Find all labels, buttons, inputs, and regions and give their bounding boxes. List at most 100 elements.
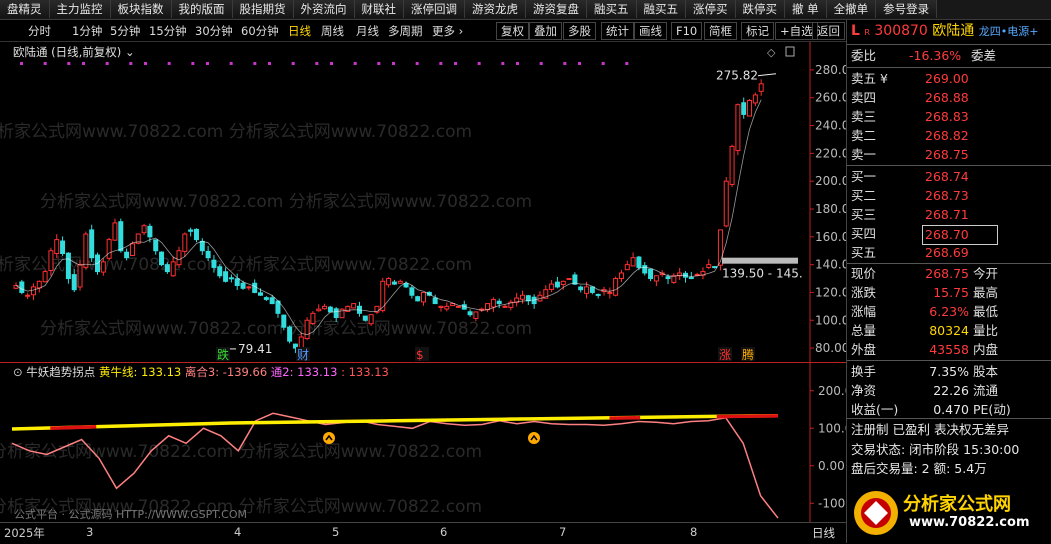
candle xyxy=(119,219,123,253)
r-badge: R xyxy=(864,28,870,37)
diamond-icon[interactable]: ◇ xyxy=(767,46,776,59)
signal-dot xyxy=(82,62,85,65)
stat2-row: 换手 7.35% 股本 xyxy=(851,363,876,381)
x-tick-label: 5 xyxy=(332,525,339,539)
toolbar-button[interactable]: 主力监控 xyxy=(50,0,111,18)
period-indicator[interactable]: 日线 xyxy=(812,525,835,541)
bid-label: 买五 xyxy=(851,245,876,260)
draw-line-button[interactable]: 画线 xyxy=(634,22,667,40)
ask-price: 269.00 xyxy=(925,70,969,88)
y-tick-label: 140.00 xyxy=(815,258,846,272)
x-tick-label: 8 xyxy=(690,525,697,539)
tong-value-2: 133.13 xyxy=(349,365,389,379)
period-tab-multi[interactable]: 多周期 xyxy=(388,23,423,39)
period-tab-60min[interactable]: 60分钟 xyxy=(241,23,279,39)
candle xyxy=(730,145,734,187)
period-tab-30min[interactable]: 30分钟 xyxy=(195,23,233,39)
toolbar-button[interactable]: 融买五 xyxy=(637,0,687,18)
toolbar-button[interactable]: 盘精灵 xyxy=(0,0,50,18)
toolbar-button[interactable]: 我的版面 xyxy=(172,0,233,18)
candle xyxy=(456,306,460,308)
ask-price: 268.75 xyxy=(925,146,969,164)
stat-row: 总量 80324 量比 xyxy=(851,322,876,340)
buy-signal-icon[interactable] xyxy=(323,432,335,444)
stat-value: 15.75 xyxy=(851,284,969,302)
top-toolbar: 盘精灵主力监控板块指数我的版面股指期货外资流向财联社涨停回调游资龙虎游资复盘融买… xyxy=(0,0,1051,20)
ask-row[interactable]: 卖四 268.88 xyxy=(851,89,876,107)
bid-row[interactable]: 买二 268.73 xyxy=(851,187,876,205)
period-tab-daily[interactable]: 日线 xyxy=(288,23,311,39)
toolbar-button[interactable]: 参号登录 xyxy=(876,0,937,18)
ask-row[interactable]: 卖一 268.75 xyxy=(851,146,876,164)
signal-dot xyxy=(578,62,581,65)
stat-value: 6.23% xyxy=(851,303,969,321)
stock-tags[interactable]: 龙四•电源+ xyxy=(979,25,1039,38)
back-button[interactable]: 返回 xyxy=(812,22,845,40)
indicator-chart[interactable]: 分析家公式网www.70822.com 分析家公式网www.70822.com分… xyxy=(0,362,846,522)
signal-dot xyxy=(439,62,442,65)
stat-label-2: 最高 xyxy=(973,284,998,302)
stat-row: 涨跌 15.75 最高 xyxy=(851,284,876,302)
toolbar-button[interactable]: 游资复盘 xyxy=(526,0,587,18)
bid-label: 买一 xyxy=(851,169,876,184)
stats-button[interactable]: 统计 xyxy=(601,22,634,40)
y-tick-label: 200.00 xyxy=(818,384,846,398)
simple-frame-button[interactable]: 简框 xyxy=(704,22,737,40)
candle xyxy=(305,317,309,340)
bid-row[interactable]: 买五 268.69 xyxy=(851,244,876,262)
candle xyxy=(160,251,164,266)
candle xyxy=(346,305,350,312)
period-tab-monthly[interactable]: 月线 xyxy=(356,23,379,39)
signal-dot xyxy=(330,62,333,65)
fuquan-button[interactable]: 复权 xyxy=(496,22,529,40)
toolbar-button[interactable]: 跌停买 xyxy=(736,0,786,18)
candle xyxy=(363,316,367,322)
event-marker-text: $ xyxy=(416,348,424,362)
period-tab-fenshi[interactable]: 分时 xyxy=(28,23,51,39)
candle xyxy=(218,264,222,278)
ask-label: 卖四 xyxy=(851,90,876,105)
toolbar-button[interactable]: 涨停买 xyxy=(686,0,736,18)
bid-row[interactable]: 买四 268.70 xyxy=(851,225,876,243)
ask-row[interactable]: 卖二 268.82 xyxy=(851,127,876,145)
chart-title[interactable]: 欧陆通 (日线,前复权) ⌄ xyxy=(13,44,135,60)
candle xyxy=(416,296,420,302)
indicator-collapse-icon[interactable]: ⊙ xyxy=(13,365,23,379)
ask-row[interactable]: 卖五 ¥ 269.00 xyxy=(851,70,888,88)
signal-dot xyxy=(292,62,295,65)
toolbar-button[interactable]: 板块指数 xyxy=(111,0,172,18)
mark-button[interactable]: 标记 xyxy=(741,22,774,40)
period-tab-1min[interactable]: 1分钟 xyxy=(72,23,102,39)
toolbar-button[interactable]: 撤 单 xyxy=(785,0,827,18)
buy-signal-icon[interactable] xyxy=(528,432,540,444)
toolbar-button[interactable]: 涨停回调 xyxy=(404,0,465,18)
red-segment xyxy=(717,416,778,417)
bid-label: 买四 xyxy=(851,226,876,241)
period-tab-more[interactable]: 更多 › xyxy=(432,23,463,39)
period-tab-weekly[interactable]: 周线 xyxy=(321,23,344,39)
stat2-value: 22.26 xyxy=(851,382,969,400)
candle xyxy=(311,311,315,325)
overlay-button[interactable]: 叠加 xyxy=(529,22,562,40)
toolbar-button[interactable]: 股指期货 xyxy=(233,0,294,18)
red-segment xyxy=(50,427,96,429)
toolbar-button[interactable]: 全撤单 xyxy=(827,0,877,18)
candle xyxy=(736,104,740,156)
ask-row[interactable]: 卖三 268.83 xyxy=(851,108,876,126)
bid-row[interactable]: 买三 268.71 xyxy=(851,206,876,224)
period-tab-15min[interactable]: 15分钟 xyxy=(149,23,187,39)
quote-panel: L R 300870 欧陆通 龙四•电源+ 委比 -16.36% 委差 卖五 ¥… xyxy=(846,20,1051,543)
toolbar-button[interactable]: 融买五 xyxy=(587,0,637,18)
period-tab-5min[interactable]: 5分钟 xyxy=(110,23,140,39)
indicator-footer: 公式平台 · 公式源码 HTTP://WWW.GSPT.COM xyxy=(14,507,247,521)
toolbar-button[interactable]: 外资流向 xyxy=(294,0,355,18)
multi-stock-button[interactable]: 多股 xyxy=(563,22,596,40)
f10-button[interactable]: F10 xyxy=(671,22,702,40)
bid-row[interactable]: 买一 268.74 xyxy=(851,168,876,186)
candlestick-chart[interactable]: 分析家公式网www.70822.com 分析家公式网www.70822.com分… xyxy=(0,42,846,362)
signal-dot xyxy=(392,62,395,65)
toolbar-button[interactable]: 游资龙虎 xyxy=(465,0,526,18)
weicha-label: 委差 xyxy=(971,47,996,65)
toolbar-button[interactable]: 财联社 xyxy=(355,0,405,18)
ask-label: 卖二 xyxy=(851,128,876,143)
